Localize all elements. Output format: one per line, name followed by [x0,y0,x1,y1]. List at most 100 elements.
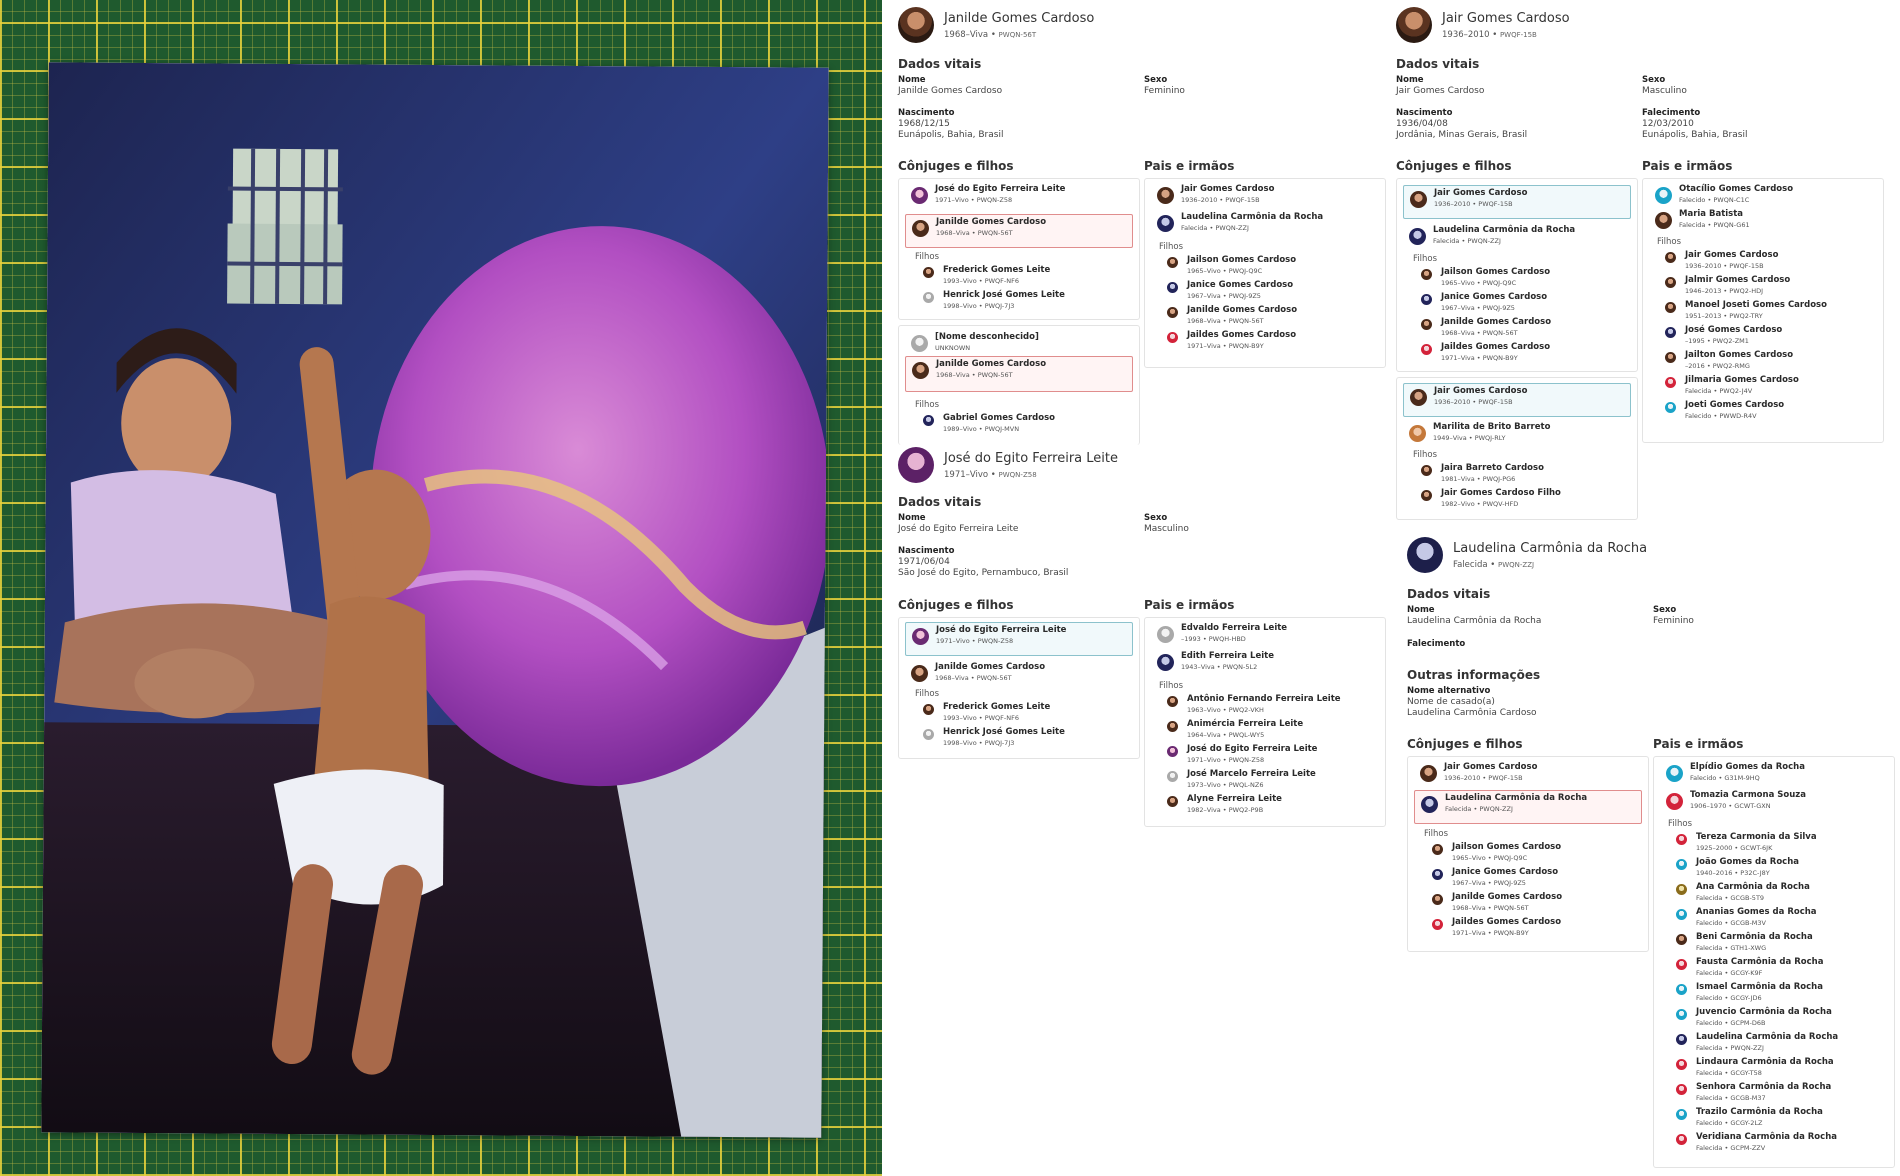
death-place: Eunápolis, Bahia, Brasil [1642,130,1748,140]
person-name[interactable]: José do Egito Ferreira Leite [944,451,1118,466]
person-meta: 1949–Viva • PWQJ-RLY [1433,434,1506,442]
person-name: Manoel Joseti Gomes Cardoso [1685,300,1827,310]
sibling-row[interactable]: Alyne Ferreira Leite 1982–Viva • PWQ2-P9… [1157,792,1379,816]
profile-header: Laudelina Carmônia da Rocha Falecida • P… [1407,535,1897,575]
avatar [1167,332,1178,343]
sibling-row[interactable]: Animércia Ferreira Leite 1964–Viva • PWQ… [1157,717,1379,741]
sibling-row[interactable]: Jalmir Gomes Cardoso 1946–2013 • PWQ2-HD… [1655,273,1877,297]
person-name[interactable]: Laudelina Carmônia da Rocha [1453,541,1647,556]
avatar [1665,252,1676,263]
child-row[interactable]: Jaildes Gomes Cardoso 1971–Viva • PWQN-B… [1422,915,1642,939]
sibling-row[interactable]: Ananias Gomes da Rocha Falecido • GCGB-M… [1666,905,1888,929]
avatar[interactable] [898,447,934,483]
sibling-row[interactable]: Trazilo Carmônia da Rocha Falecido • GCG… [1666,1105,1888,1129]
child-row[interactable]: Janice Gomes Cardoso 1967–Viva • PWQJ-9Z… [1411,290,1631,314]
spouse-row-selected[interactable]: Laudelina Carmônia da Rocha Falecida • P… [1414,790,1642,824]
sibling-row[interactable]: Antônio Fernando Ferreira Leite 1963–Viv… [1157,692,1379,716]
spouse-row-selected[interactable]: Jair Gomes Cardoso 1936–2010 • PWQF-15B [1403,383,1631,417]
section-title-spouses: Cônjuges e filhos [1407,737,1523,751]
person-meta: 1998–Vivo • PWQJ-7J3 [943,302,1015,310]
spouse-row-selected[interactable]: Jair Gomes Cardoso 1936–2010 • PWQF-15B [1403,185,1631,219]
sibling-row[interactable]: José do Egito Ferreira Leite 1971–Vivo •… [1157,742,1379,766]
child-row[interactable]: Janilde Gomes Cardoso 1968–Viva • PWQN-5… [1422,890,1642,914]
spouse-row[interactable]: Jair Gomes Cardoso 1936–2010 • PWQF-15B [1414,760,1642,784]
person-name[interactable]: Janilde Gomes Cardoso [944,11,1094,26]
sibling-row[interactable]: Jailton Gomes Cardoso –2016 • PWQ2-RMG [1655,348,1877,372]
person-meta: 1936–2010 • PWQF-15B [1434,398,1513,406]
section-title-vitals: Dados vitais [898,57,982,71]
sibling-row[interactable]: Laudelina Carmônia da Rocha Falecida • P… [1666,1030,1888,1054]
parent-row[interactable]: Laudelina Carmônia da Rocha Falecida • P… [1151,210,1379,234]
person-meta: –1993 • PWQH-HBD [1181,635,1246,643]
spouse-row-selected[interactable]: José do Egito Ferreira Leite 1971–Vivo •… [905,622,1133,656]
child-row[interactable]: Janilde Gomes Cardoso 1968–Viva • PWQN-5… [1411,315,1631,339]
sibling-row[interactable]: Juvencio Carmônia da Rocha Falecido • GC… [1666,1005,1888,1029]
child-row[interactable]: Jailson Gomes Cardoso 1965–Vivo • PWQJ-Q… [1411,265,1631,289]
sibling-row[interactable]: João Gomes da Rocha 1940–2016 • P32C-J8Y [1666,855,1888,879]
child-row[interactable]: Henrick José Gomes Leite 1998–Vivo • PWQ… [913,288,1133,312]
avatar[interactable] [898,7,934,43]
parent-row[interactable]: Tomazia Carmona Souza 1906–1970 • GCWT-G… [1660,788,1888,812]
spouse-row[interactable]: Marilita de Brito Barreto 1949–Viva • PW… [1403,420,1631,444]
spouse-row-selected[interactable]: Janilde Gomes Cardoso 1968–Viva • PWQN-5… [905,214,1133,248]
sibling-row[interactable]: José Gomes Cardoso –1995 • PWQ2-ZM1 [1655,323,1877,347]
sibling-row[interactable]: Jaildes Gomes Cardoso 1971–Viva • PWQN-B… [1157,328,1379,352]
child-row[interactable]: Gabriel Gomes Cardoso 1989–Vivo • PWQJ-M… [913,411,1133,435]
person-lifespan: Falecida • PWQN-ZZJ [1453,560,1535,570]
sibling-row[interactable]: Tereza Carmonia da Silva 1925–2000 • GCW… [1666,830,1888,854]
child-row[interactable]: Jair Gomes Cardoso Filho 1982–Vivo • PWQ… [1411,486,1631,510]
person-name: Trazilo Carmônia da Rocha [1696,1107,1823,1117]
section-title-parents: Pais e irmãos [1144,159,1235,173]
sibling-row[interactable]: Fausta Carmônia da Rocha Falecida • GCGY… [1666,955,1888,979]
child-row[interactable]: Frederick Gomes Leite 1993–Vivo • PWQF-N… [913,263,1133,287]
sibling-row[interactable]: Manoel Joseti Gomes Cardoso 1951–2013 • … [1655,298,1877,322]
sibling-row[interactable]: Ismael Carmônia da Rocha Falecido • GCGY… [1666,980,1888,1004]
avatar [1665,352,1676,363]
section-title-parents: Pais e irmãos [1144,598,1235,612]
person-meta: 1936–2010 • PWQF-15B [1181,196,1260,204]
parent-row[interactable]: Otacílio Gomes Cardoso Falecido • PWQN-C… [1649,182,1877,206]
person-name[interactable]: Jair Gomes Cardoso [1442,11,1570,26]
avatar [1157,187,1174,204]
sibling-row[interactable]: Joeti Gomes Cardoso Falecido • PWWD-R4V [1655,398,1877,422]
sibling-row[interactable]: Jailson Gomes Cardoso 1965–Vivo • PWQJ-Q… [1157,253,1379,277]
person-name: Edith Ferreira Leite [1181,651,1274,661]
person-meta: Falecida • GCGB-5T9 [1696,894,1765,902]
sibling-row[interactable]: Veridiana Carmônia da Rocha Falecida • G… [1666,1130,1888,1154]
sibling-row[interactable]: José Marcelo Ferreira Leite 1973–Vivo • … [1157,767,1379,791]
sibling-row[interactable]: Ana Carmônia da Rocha Falecida • GCGB-5T… [1666,880,1888,904]
parent-row[interactable]: Edith Ferreira Leite 1943–Viva • PWQN-5L… [1151,649,1379,673]
avatar[interactable] [1407,537,1443,573]
avatar[interactable] [1396,7,1432,43]
child-row[interactable]: Janice Gomes Cardoso 1967–Viva • PWQJ-9Z… [1422,865,1642,889]
child-row[interactable]: Jaildes Gomes Cardoso 1971–Viva • PWQN-B… [1411,340,1631,364]
person-meta: 1965–Vivo • PWQJ-Q9C [1452,854,1528,862]
avatar [1167,721,1178,732]
person-meta: 1946–2013 • PWQ2-HDJ [1685,287,1764,295]
sibling-row[interactable]: Lindaura Carmônia da Rocha Falecida • GC… [1666,1055,1888,1079]
spouse-row[interactable]: José do Egito Ferreira Leite 1971–Vivo •… [905,182,1133,206]
sibling-row[interactable]: Janice Gomes Cardoso 1967–Viva • PWQJ-9Z… [1157,278,1379,302]
child-row[interactable]: Henrick José Gomes Leite 1998–Vivo • PWQ… [913,725,1133,749]
spouse-row[interactable]: [Nome desconhecido] UNKNOWN [905,330,1133,354]
child-row[interactable]: Frederick Gomes Leite 1993–Vivo • PWQF-N… [913,700,1133,724]
sibling-row[interactable]: Beni Carmônia da Rocha Falecida • GTH1-X… [1666,930,1888,954]
sibling-row[interactable]: Janilde Gomes Cardoso 1968–Viva • PWQN-5… [1157,303,1379,327]
avatar [1410,389,1427,406]
child-row[interactable]: Jaira Barreto Cardoso 1981–Viva • PWQJ-P… [1411,461,1631,485]
sibling-row[interactable]: Jilmaria Gomes Cardoso Falecida • PWQ2-J… [1655,373,1877,397]
person-name: Henrick José Gomes Leite [943,290,1065,300]
cutting-mat-background [0,0,882,1176]
parent-row[interactable]: Jair Gomes Cardoso 1936–2010 • PWQF-15B [1151,182,1379,206]
sibling-row[interactable]: Jair Gomes Cardoso 1936–2010 • PWQF-15B [1655,248,1877,272]
avatar [1666,765,1683,782]
spouse-row[interactable]: Laudelina Carmônia da Rocha Falecida • P… [1403,223,1631,247]
sibling-row[interactable]: Senhora Carmônia da Rocha Falecida • GCG… [1666,1080,1888,1104]
parent-row[interactable]: Elpídio Gomes da Rocha Falecido • G31M-9… [1660,760,1888,784]
spouse-row[interactable]: Janilde Gomes Cardoso 1968–Viva • PWQN-5… [905,660,1133,684]
person-meta: 1965–Vivo • PWQJ-Q9C [1441,279,1517,287]
child-row[interactable]: Jailson Gomes Cardoso 1965–Vivo • PWQJ-Q… [1422,840,1642,864]
spouse-row-selected[interactable]: Janilde Gomes Cardoso 1968–Viva • PWQN-5… [905,356,1133,392]
parent-row[interactable]: Maria Batista Falecida • PWQN-G61 [1649,207,1877,231]
parent-row[interactable]: Edvaldo Ferreira Leite –1993 • PWQH-HBD [1151,621,1379,645]
